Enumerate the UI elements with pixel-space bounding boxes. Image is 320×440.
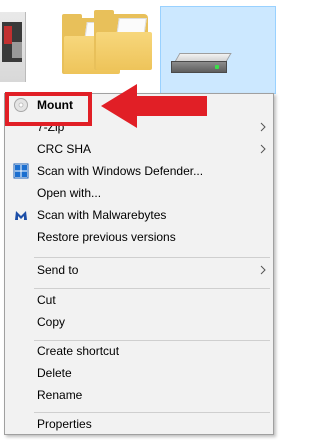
- explorer-background: [0, 0, 276, 95]
- selected-disc-image-tile[interactable]: [160, 6, 276, 94]
- menu-item-label: CRC SHA: [37, 142, 92, 156]
- menu-item-scan-malwarebytes[interactable]: Scan with Malwarebytes: [8, 204, 270, 226]
- submenu-arrow-icon: [260, 144, 266, 154]
- menu-item-label: Send to: [37, 263, 79, 277]
- mount-highlight-box: [5, 92, 92, 126]
- menu-item-label: Create shortcut: [37, 344, 120, 358]
- menu-separator: [34, 257, 270, 258]
- thumbnail-red-area: [4, 26, 12, 44]
- drive-led: [215, 65, 219, 69]
- windows-defender-icon: [13, 163, 29, 179]
- menu-item-crc-sha[interactable]: CRC SHA: [8, 138, 270, 160]
- menu-item-restore-previous[interactable]: Restore previous versions: [8, 226, 270, 248]
- menu-item-label: Scan with Windows Defender...: [37, 164, 204, 178]
- malwarebytes-icon: [13, 207, 29, 223]
- image-file-thumbnail[interactable]: [0, 12, 26, 82]
- drive-icon: [171, 53, 232, 73]
- menu-item-label: Restore previous versions: [37, 230, 176, 244]
- menu-item-label: Copy: [37, 315, 66, 329]
- menu-item-label: Open with...: [37, 186, 102, 200]
- folder-icon[interactable]: [94, 10, 152, 72]
- red-arrow-icon: [101, 84, 207, 128]
- menu-item-label: Delete: [37, 366, 72, 380]
- submenu-arrow-icon: [260, 122, 266, 132]
- submenu-arrow-icon: [260, 265, 266, 275]
- menu-item-scan-defender[interactable]: Scan with Windows Defender...: [8, 160, 270, 182]
- menu-item-label: Scan with Malwarebytes: [37, 208, 167, 222]
- menu-item-send-to[interactable]: Send to: [8, 259, 270, 281]
- menu-item-open-with[interactable]: Open with...: [8, 182, 270, 204]
- menu-item-properties[interactable]: Properties: [8, 413, 270, 435]
- menu-item-rename[interactable]: Rename: [8, 384, 270, 406]
- menu-item-label: Properties: [37, 417, 92, 431]
- folder-front: [96, 32, 152, 70]
- menu-item-create-shortcut[interactable]: Create shortcut: [8, 340, 270, 362]
- menu-item-copy[interactable]: Copy: [8, 311, 270, 333]
- thumbnail-gray-area: [12, 42, 22, 58]
- menu-item-label: Rename: [37, 388, 83, 402]
- menu-item-cut[interactable]: Cut: [8, 289, 270, 311]
- menu-item-delete[interactable]: Delete: [8, 362, 270, 384]
- menu-item-label: Cut: [37, 293, 56, 307]
- context-menu: Mount 7-Zip CRC SHA Scan with Windows De…: [4, 93, 274, 435]
